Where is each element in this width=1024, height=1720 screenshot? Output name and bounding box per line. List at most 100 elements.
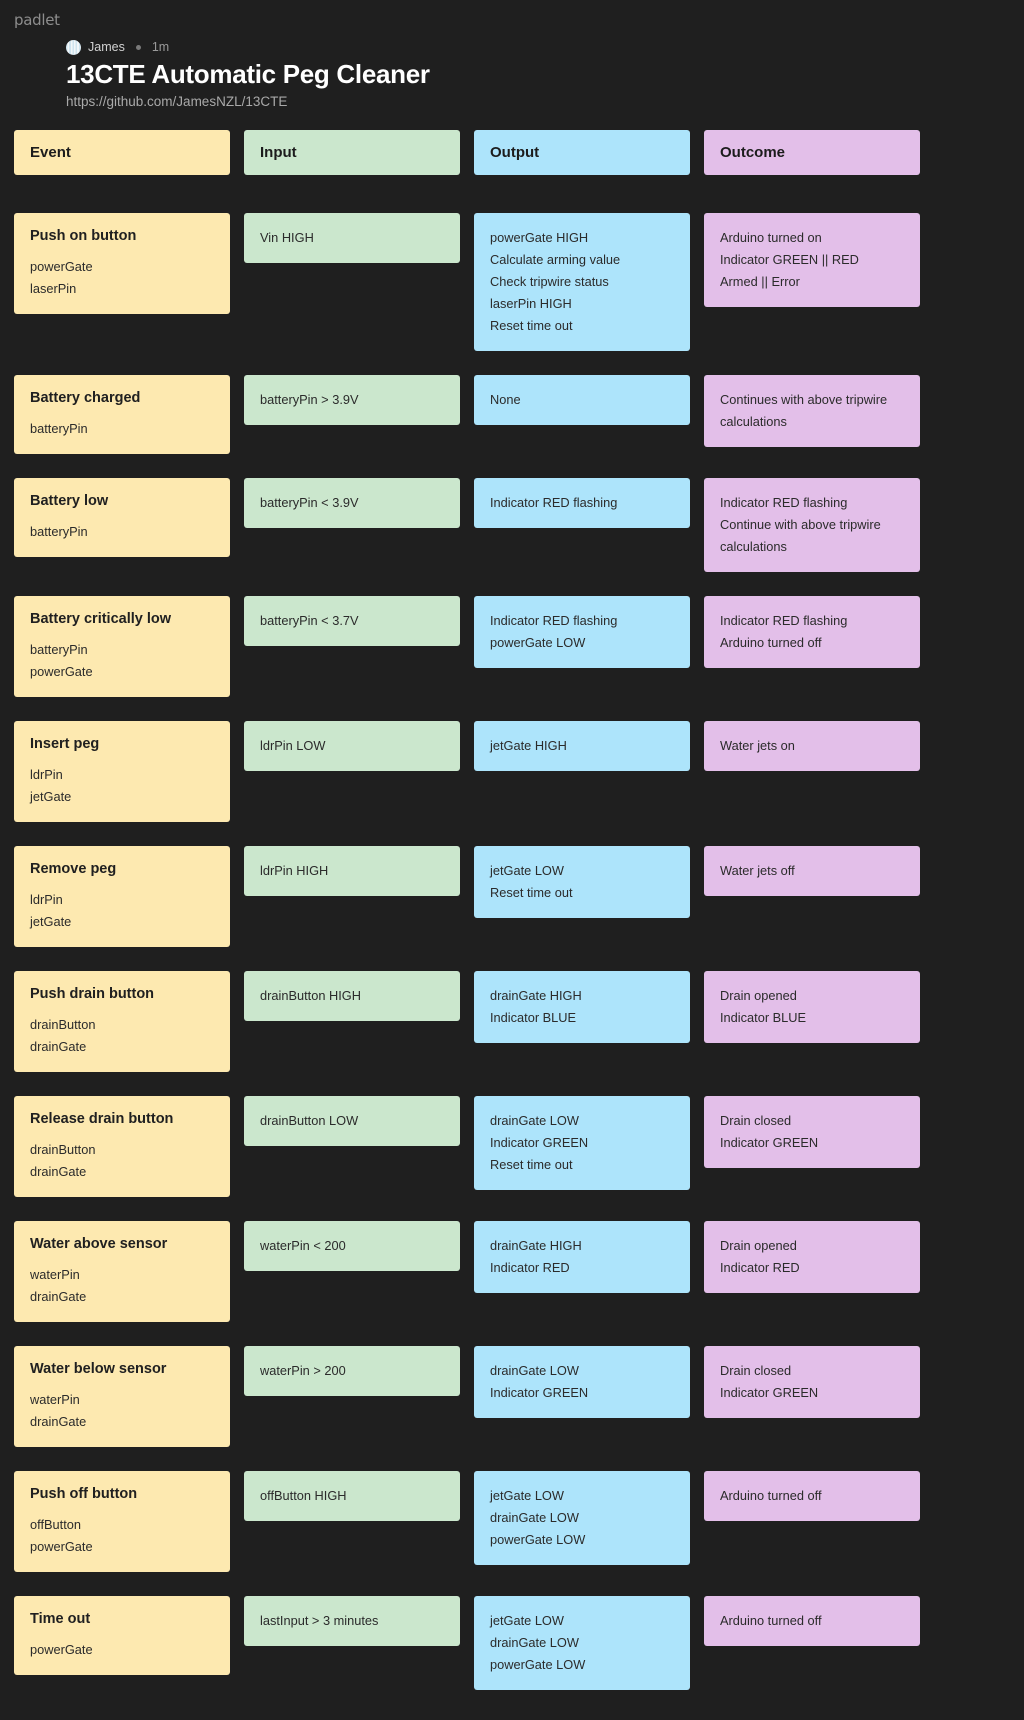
card-body: Drain opened Indicator BLUE [720, 985, 904, 1029]
card-input[interactable]: offButton HIGH [244, 1471, 460, 1521]
card-event[interactable]: Battery critically low batteryPin powerGat… [14, 596, 230, 698]
card-outcome[interactable]: Drain opened Indicator RED [704, 1221, 920, 1293]
card-body: ldrPin jetGate [30, 889, 214, 933]
card-body: drainGate HIGH Indicator BLUE [490, 985, 674, 1029]
card-line: jetGate LOW [490, 863, 564, 878]
card-event[interactable]: Water below sensor waterPin drainGate [14, 1346, 230, 1448]
card-output[interactable]: drainGate LOW Indicator GREEN [474, 1346, 690, 1418]
card-title: Battery charged [30, 390, 141, 406]
card-output[interactable]: powerGate HIGH Calculate arming value Chec… [474, 213, 690, 351]
card-output[interactable]: drainGate HIGH Indicator RED [474, 1221, 690, 1293]
card-title: Push on button [30, 228, 137, 244]
card-line: waterPin [30, 1267, 80, 1283]
card-body: offButton HIGH [260, 1485, 444, 1507]
card-input[interactable]: batteryPin < 3.9V [244, 478, 460, 528]
card-line: Drain closed [720, 1113, 792, 1128]
card-line: jetGate LOW [490, 1488, 564, 1503]
card-output[interactable]: Indicator RED flashing [474, 478, 690, 528]
card-body: ldrPin HIGH [260, 860, 444, 882]
column-header-output[interactable]: Output [474, 130, 690, 175]
card-line: Indicator GREEN [490, 1135, 589, 1150]
card-line: laserPin [30, 281, 77, 297]
card-body: batteryPin [30, 418, 214, 440]
column-header-label: Outcome [720, 143, 786, 161]
card-title: Water above sensor [30, 1236, 168, 1252]
card-output[interactable]: drainGate HIGH Indicator BLUE [474, 971, 690, 1043]
card-line: drainButton [30, 1142, 96, 1158]
card-outcome[interactable]: Arduino turned on Indicator GREEN || RED A… [704, 213, 920, 307]
card-event[interactable]: Battery low batteryPin [14, 478, 230, 558]
card-event[interactable]: Water above sensor waterPin drainGate [14, 1221, 230, 1323]
card-input[interactable]: batteryPin < 3.7V [244, 596, 460, 646]
card-input[interactable]: lastInput > 3 minutes [244, 1596, 460, 1646]
card-event[interactable]: Push on button powerGate laserPin [14, 213, 230, 315]
card-input[interactable]: batteryPin > 3.9V [244, 375, 460, 425]
card-outcome[interactable]: Arduino turned off [704, 1596, 920, 1646]
avatar[interactable] [66, 39, 81, 55]
card-input[interactable]: drainButton HIGH [244, 971, 460, 1021]
card-input[interactable]: ldrPin HIGH [244, 846, 460, 896]
card-line: Indicator GREEN || RED [720, 252, 859, 267]
card-event[interactable]: Remove peg ldrPin jetGate [14, 846, 230, 948]
card-outcome[interactable]: Water jets off [704, 846, 920, 896]
card-line: batteryPin [30, 524, 88, 540]
card-output[interactable]: jetGate LOW Reset time out [474, 846, 690, 918]
card-body: Continues with above tripwire calculatio… [720, 389, 904, 433]
card-line: jetGate LOW [490, 1613, 564, 1628]
board-link[interactable]: https://github.com/JamesNZL/13CTE [66, 94, 766, 109]
card-line: Reset time out [490, 1157, 573, 1172]
card-body: ldrPin LOW [260, 735, 444, 757]
card-body: jetGate LOW drainGate LOW powerGate LOW [490, 1610, 674, 1676]
card-line: jetGate HIGH [490, 738, 567, 753]
card-line: drainButton [30, 1017, 96, 1033]
card-outcome[interactable]: Drain closed Indicator GREEN [704, 1346, 920, 1418]
card-input[interactable]: drainButton LOW [244, 1096, 460, 1146]
card-event[interactable]: Push drain button drainButton drainGate [14, 971, 230, 1073]
card-line: jetGate [30, 914, 72, 930]
card-outcome[interactable]: Indicator RED flashing Arduino turned off [704, 596, 920, 668]
card-body: Indicator RED flashing [490, 492, 674, 514]
card-body: jetGate HIGH [490, 735, 674, 757]
card-title: Push drain button [30, 986, 155, 1002]
card-input[interactable]: Vin HIGH [244, 213, 460, 263]
column-header-event[interactable]: Event [14, 130, 230, 175]
card-outcome[interactable]: Continues with above tripwire calculatio… [704, 375, 920, 447]
card-body: Drain closed Indicator GREEN [720, 1360, 904, 1404]
card-outcome[interactable]: Indicator RED flashing Continue with abov… [704, 478, 920, 572]
card-input[interactable]: ldrPin LOW [244, 721, 460, 771]
card-output[interactable]: None [474, 375, 690, 425]
card-outcome[interactable]: Water jets on [704, 721, 920, 771]
card-line: jetGate [30, 789, 72, 805]
card-line: ldrPin [30, 767, 63, 783]
card-line: Indicator RED flashing [720, 495, 848, 510]
card-event[interactable]: Battery charged batteryPin [14, 375, 230, 455]
card-line: waterPin < 200 [260, 1238, 346, 1253]
card-input[interactable]: waterPin > 200 [244, 1346, 460, 1396]
card-output[interactable]: drainGate LOW Indicator GREEN Reset time o… [474, 1096, 690, 1190]
board-header: James 1m 13CTE Automatic Peg Cleaner htt… [66, 38, 766, 109]
card-body: None [490, 389, 674, 411]
padlet-logo[interactable]: padlet [14, 11, 60, 29]
card-input[interactable]: waterPin < 200 [244, 1221, 460, 1271]
card-body: drainGate LOW Indicator GREEN Reset time o… [490, 1110, 674, 1176]
card-event[interactable]: Time out powerGate [14, 1596, 230, 1676]
card-outcome[interactable]: Drain closed Indicator GREEN [704, 1096, 920, 1168]
card-output[interactable]: jetGate HIGH [474, 721, 690, 771]
column-header-outcome[interactable]: Outcome [704, 130, 920, 175]
card-output[interactable]: jetGate LOW drainGate LOW powerGate LOW [474, 1471, 690, 1565]
card-line: batteryPin < 3.9V [260, 495, 359, 510]
card-event[interactable]: Release drain button drainButton drainGate [14, 1096, 230, 1198]
column-header-input[interactable]: Input [244, 130, 460, 175]
card-output[interactable]: jetGate LOW drainGate LOW powerGate LOW [474, 1596, 690, 1690]
card-body: Water jets on [720, 735, 904, 757]
card-line: laserPin HIGH [490, 296, 572, 311]
card-line: Arduino turned off [720, 635, 822, 650]
card-body: powerGate laserPin [30, 256, 214, 300]
card-outcome[interactable]: Arduino turned off [704, 1471, 920, 1521]
card-output[interactable]: Indicator RED flashing powerGate LOW [474, 596, 690, 668]
card-body: batteryPin < 3.9V [260, 492, 444, 514]
card-event[interactable]: Push off button offButton powerGate [14, 1471, 230, 1573]
card-event[interactable]: Insert peg ldrPin jetGate [14, 721, 230, 823]
card-outcome[interactable]: Drain opened Indicator BLUE [704, 971, 920, 1043]
card-line: Indicator RED flashing [490, 613, 618, 628]
